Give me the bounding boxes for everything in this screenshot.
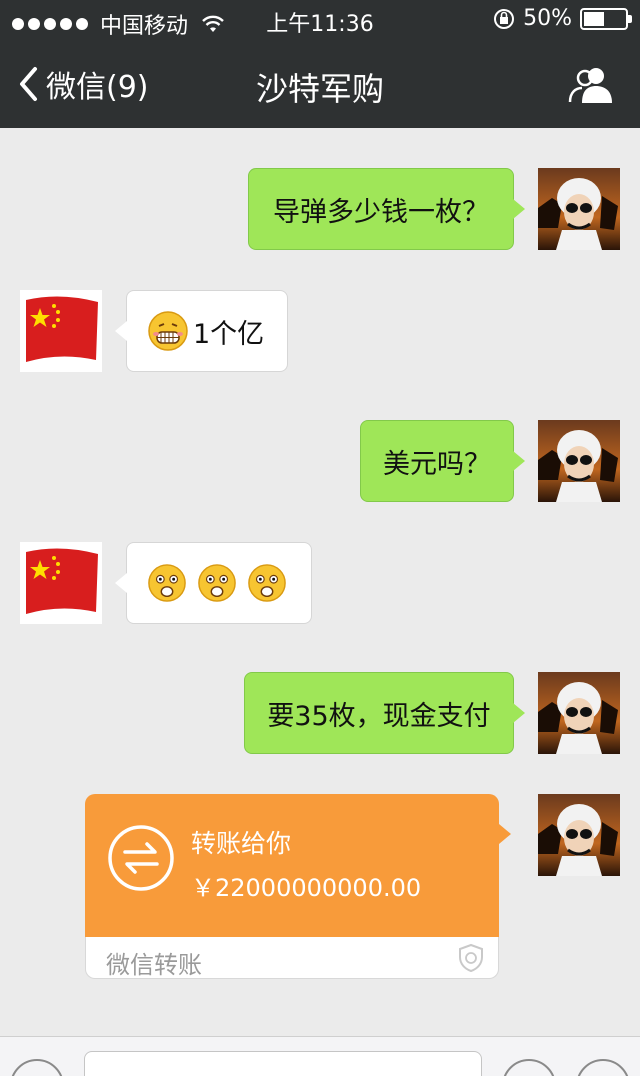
saudi-avatar[interactable] [538, 672, 620, 754]
transfer-header: 转账给你 ￥22000000000.00 [85, 794, 511, 937]
battery-fill [584, 11, 604, 26]
message-bubble-outgoing[interactable]: 要35枚，现金支付 [244, 672, 525, 754]
status-bar: 中国移动 上午11:36 50% [0, 0, 640, 40]
message-text: 导弹多少钱一枚？ [273, 196, 489, 228]
china-flag-avatar[interactable] [20, 542, 102, 624]
message-input[interactable] [84, 1051, 482, 1076]
shocked-emoji-icon [198, 564, 236, 602]
transfer-footer: 微信转账 [85, 937, 499, 979]
saudi-avatar[interactable] [538, 420, 620, 502]
message-bubble-outgoing[interactable]: 美元吗？ [360, 420, 525, 502]
shocked-emoji-icon [248, 564, 286, 602]
contacts-icon[interactable] [568, 64, 614, 104]
message-text: 1个亿 [193, 318, 265, 350]
transfer-amount: ￥22000000000.00 [191, 874, 422, 902]
input-bar [0, 1036, 640, 1076]
saudi-avatar[interactable] [538, 168, 620, 250]
grin-emoji-icon [148, 311, 188, 351]
rotation-lock-icon [494, 8, 515, 29]
message-bubble-outgoing[interactable]: 导弹多少钱一枚？ [248, 168, 525, 250]
transfer-brand: 微信转账 [106, 951, 202, 979]
battery-percentage: 50% [523, 6, 572, 31]
money-transfer-card[interactable]: 转账给你 ￥22000000000.00 微信转账 [85, 794, 511, 979]
transfer-label: 转账给你 [191, 829, 292, 858]
message-bubble-incoming[interactable] [115, 542, 312, 624]
emoji-button[interactable] [502, 1059, 556, 1076]
chat-area: 导弹多少钱一枚？ 1个亿 美元吗？ 要35枚，现金支付 转账给你 ￥220000… [0, 128, 640, 1036]
transfer-arrows-icon [108, 825, 174, 891]
shield-icon [459, 943, 483, 973]
message-text: 要35枚，现金支付 [267, 700, 491, 732]
more-options-button[interactable] [576, 1059, 630, 1076]
message-bubble-incoming[interactable]: 1个亿 [115, 290, 288, 372]
nav-bar: 微信(9) 沙特军购 [0, 40, 640, 128]
shocked-emoji-icon [148, 564, 186, 602]
voice-input-button[interactable] [10, 1059, 64, 1076]
china-flag-avatar[interactable] [20, 290, 102, 372]
chat-title: 沙特军购 [255, 70, 384, 108]
saudi-avatar[interactable] [538, 794, 620, 876]
message-text: 美元吗？ [383, 448, 491, 480]
battery-icon [580, 7, 632, 30]
